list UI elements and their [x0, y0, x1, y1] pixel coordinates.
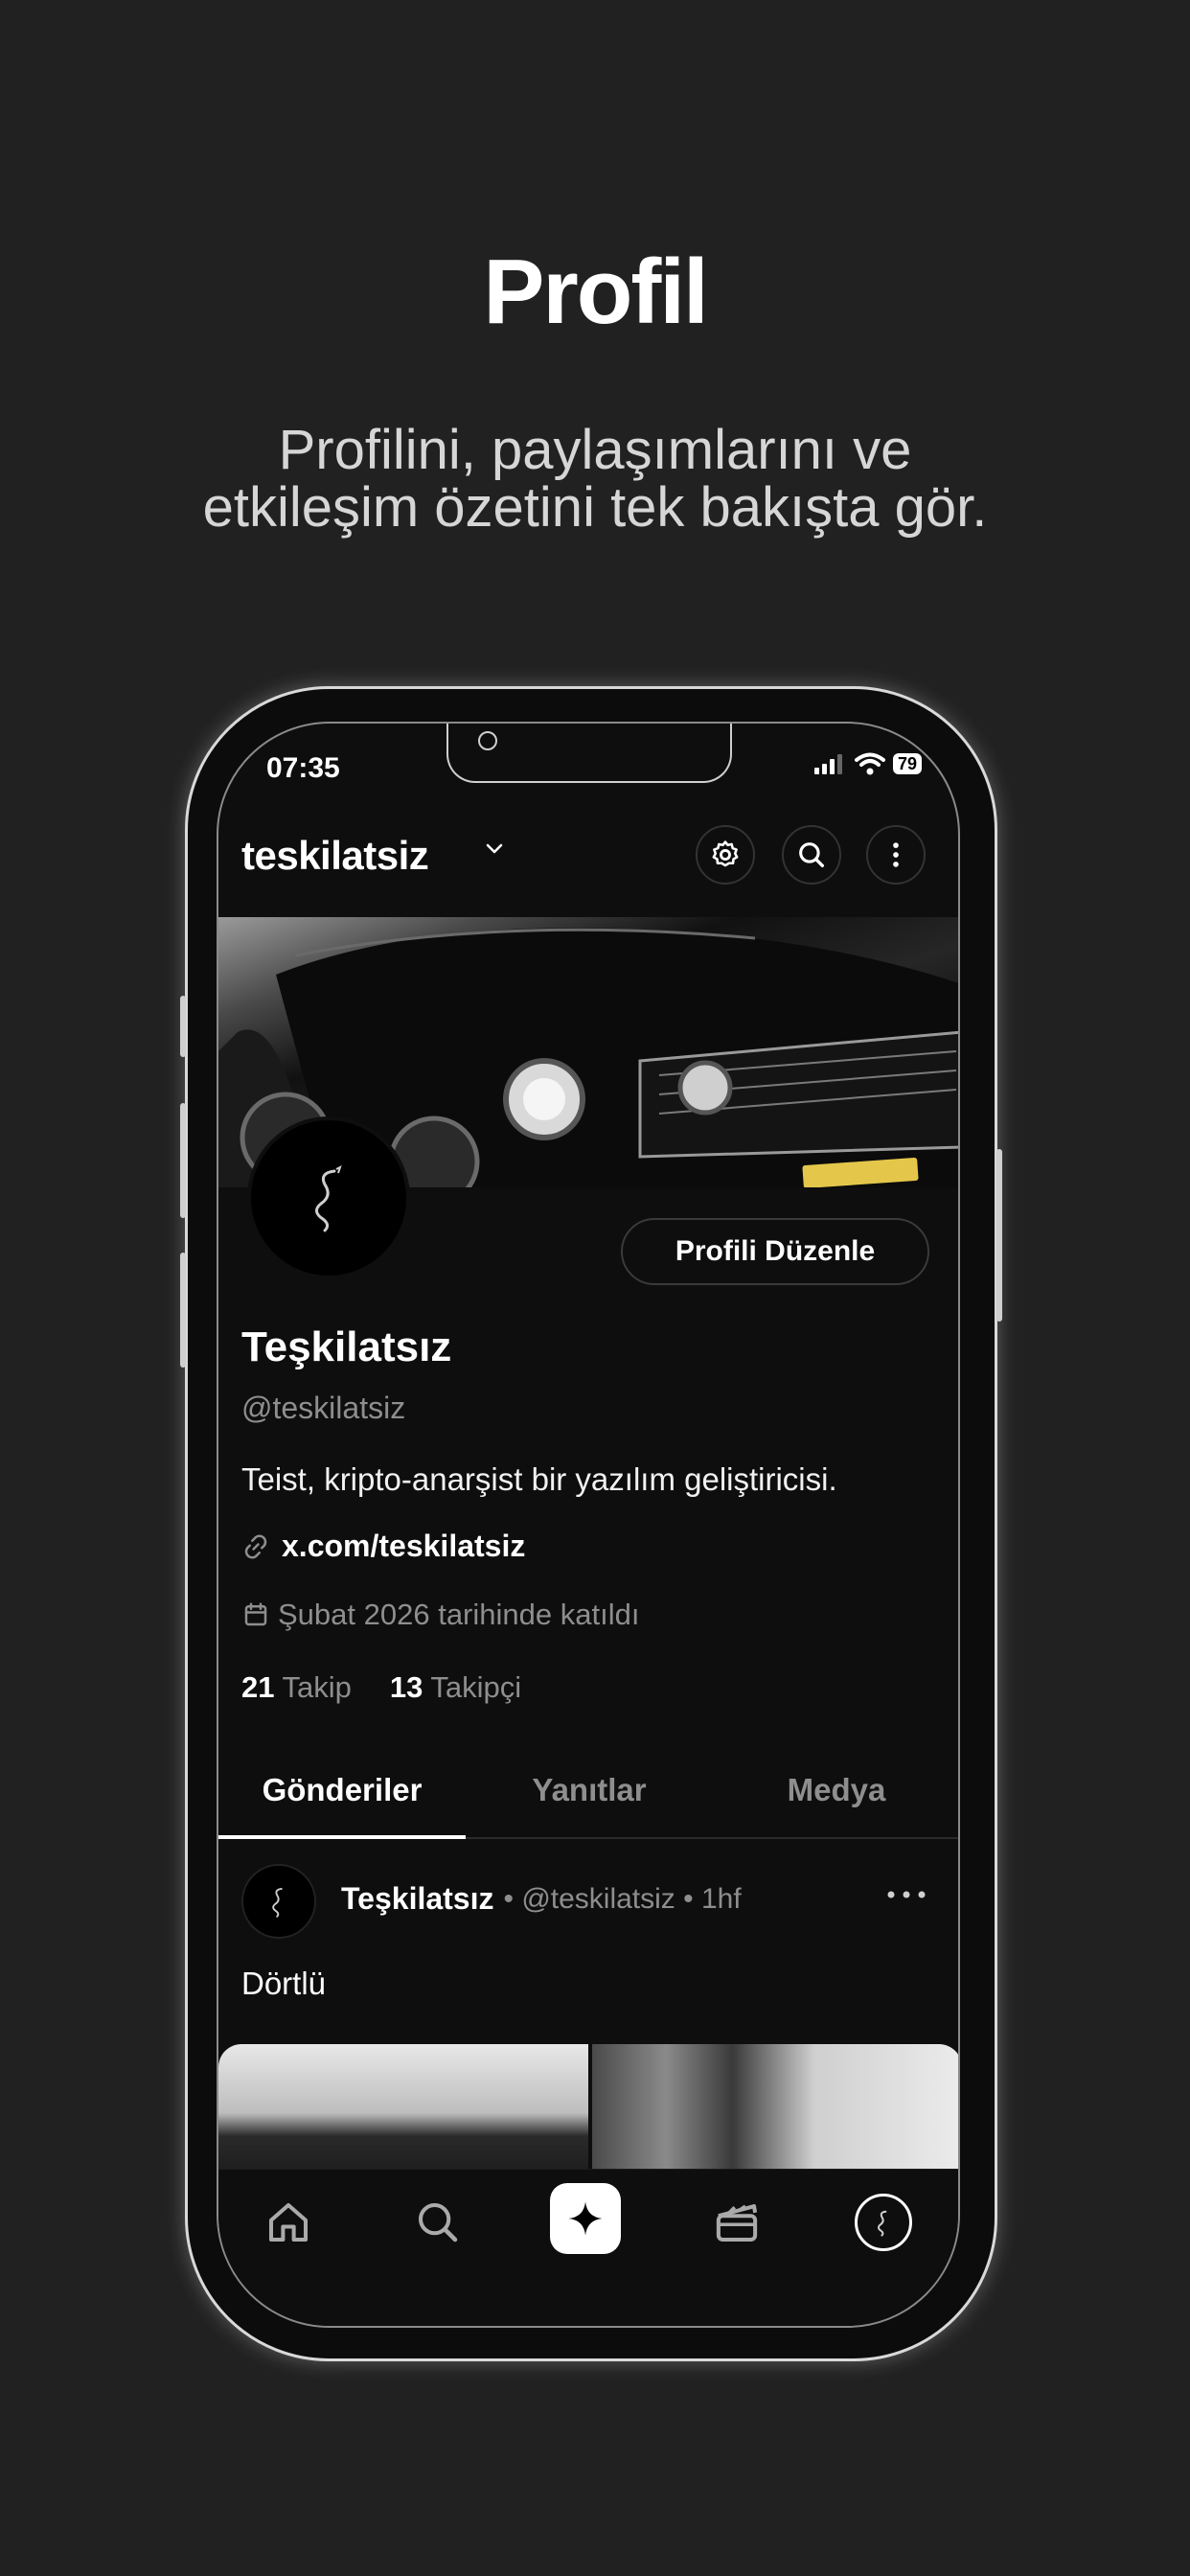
- clapperboard-icon: [716, 2204, 758, 2242]
- wifi-icon: [854, 752, 885, 775]
- follow-stats: 21 Takip 13 Takipçi: [241, 1670, 521, 1705]
- post-meta: • @teskilatsiz • 1hf: [503, 1882, 742, 1915]
- profile-top-bar: teskilatsiz: [218, 819, 958, 886]
- following-count: 21: [241, 1670, 275, 1704]
- tab-posts[interactable]: Gönderiler: [218, 1745, 466, 1839]
- nav-reels[interactable]: [705, 2191, 768, 2254]
- profile-bio: Teist, kripto-anarşist bir yazılım geliş…: [241, 1461, 837, 1497]
- search-button[interactable]: [782, 825, 841, 885]
- mute-switch: [180, 996, 186, 1057]
- snake-logo-icon: [272, 1887, 283, 1918]
- dynamic-island: [446, 724, 732, 783]
- following-stat[interactable]: 21 Takip: [241, 1670, 352, 1705]
- profile-avatar[interactable]: [247, 1116, 410, 1279]
- phone-frame: 07:35 79 teskilatsiz Profili Düzenle Teş…: [180, 686, 1002, 2361]
- display-name: Teşkilatsız: [241, 1323, 452, 1370]
- cellular-signal-icon: [813, 754, 842, 774]
- post-author-avatar[interactable]: [241, 1864, 316, 1939]
- status-icons: 79: [813, 752, 922, 775]
- post-header: Teşkilatsız • @teskilatsiz • 1hf: [341, 1881, 742, 1917]
- hero-title: Profil: [483, 241, 708, 343]
- bottom-navigation: [218, 2169, 958, 2326]
- followers-count: 13: [389, 1670, 423, 1704]
- join-date-row: Şubat 2026 tarihinde katıldı: [241, 1598, 639, 1632]
- nav-search[interactable]: [406, 2191, 469, 2254]
- nav-create[interactable]: [550, 2183, 621, 2254]
- settings-button[interactable]: [696, 825, 755, 885]
- chevron-down-icon[interactable]: [483, 837, 506, 860]
- profile-avatar-icon: [878, 2210, 887, 2237]
- volume-up-button: [180, 1103, 186, 1218]
- profile-website-link[interactable]: x.com/teskilatsiz: [282, 1529, 525, 1564]
- battery-indicator: 79: [892, 753, 922, 774]
- link-icon: [244, 1534, 267, 1558]
- edit-profile-button[interactable]: Profili Düzenle: [621, 1218, 929, 1285]
- more-horizontal-icon[interactable]: [885, 1885, 927, 1904]
- volume-down-button: [180, 1253, 186, 1368]
- more-options-button[interactable]: [866, 825, 926, 885]
- status-time: 07:35: [266, 752, 340, 784]
- profile-link-row: x.com/teskilatsiz: [241, 1529, 525, 1564]
- home-icon: [268, 2202, 309, 2242]
- hero-subtitle: Profilini, paylaşımlarını ve etkileşim ö…: [0, 422, 1190, 537]
- profile-handle: @teskilatsiz: [241, 1391, 406, 1425]
- account-switcher-username[interactable]: teskilatsiz: [241, 833, 429, 879]
- gear-icon: [712, 840, 739, 867]
- nav-home[interactable]: [257, 2191, 320, 2254]
- more-vertical-icon: [893, 842, 899, 867]
- power-button: [996, 1149, 1002, 1322]
- phone-screen: 07:35 79 teskilatsiz Profili Düzenle Teş…: [217, 722, 960, 2328]
- snake-logo-icon: [315, 1165, 342, 1232]
- nav-profile[interactable]: [855, 2194, 912, 2251]
- followers-label: Takipçi: [430, 1670, 522, 1704]
- join-date-text: Şubat 2026 tarihinde katıldı: [278, 1598, 640, 1631]
- followers-stat[interactable]: 13 Takipçi: [390, 1670, 521, 1705]
- search-icon: [418, 2202, 458, 2242]
- post-text: Dörtlü: [241, 1966, 327, 2001]
- front-camera: [478, 731, 497, 750]
- calendar-icon: [244, 1602, 267, 1626]
- hero-subtitle-line-2: etkileşim özetini tek bakışta gör.: [202, 476, 988, 539]
- following-label: Takip: [282, 1670, 352, 1704]
- tab-replies[interactable]: Yanıtlar: [466, 1745, 713, 1837]
- post-author-name[interactable]: Teşkilatsız: [341, 1881, 493, 1917]
- profile-tabs: Gönderiler Yanıtlar Medya: [218, 1745, 958, 1839]
- hero-subtitle-line-1: Profilini, paylaşımlarını ve: [278, 419, 912, 481]
- search-icon: [799, 842, 825, 868]
- sparkle-icon: [568, 2201, 603, 2236]
- tab-media[interactable]: Medya: [713, 1745, 958, 1837]
